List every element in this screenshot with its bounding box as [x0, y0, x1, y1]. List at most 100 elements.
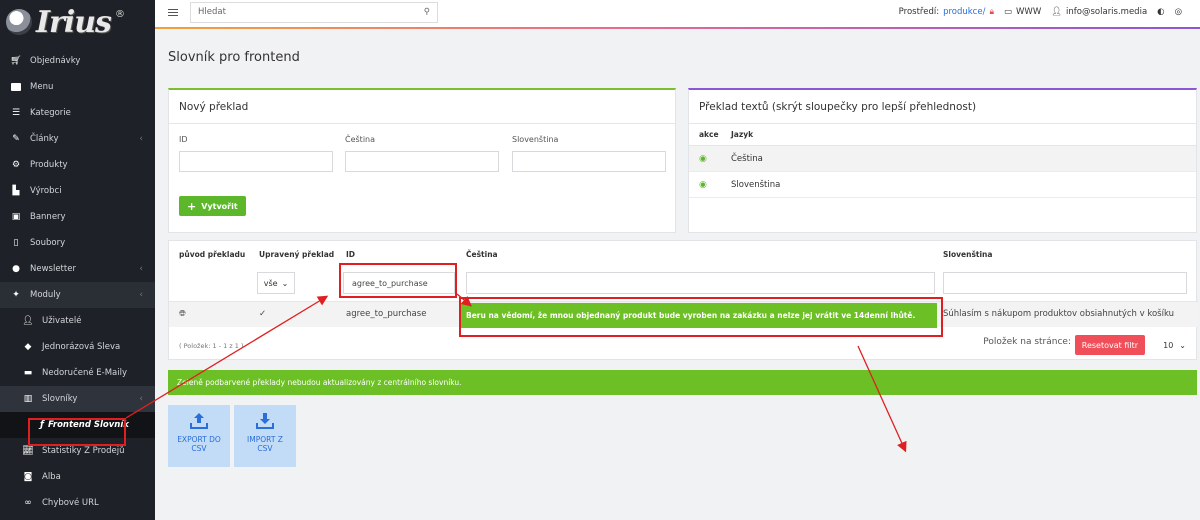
env-value: produkce/ — [943, 7, 986, 17]
eye-icon[interactable]: ◉ — [699, 180, 713, 190]
header-sk[interactable]: Slovenština — [943, 250, 992, 259]
upload-icon — [190, 413, 208, 429]
sidebar-item-label: Moduly — [30, 290, 61, 300]
environment-switch[interactable]: Prostředí: produkce/ 🔒︎ — [899, 7, 994, 17]
table-row[interactable]: 🌐︎ ✓ agree_to_purchase Beru na vědomí, ž… — [169, 301, 1198, 328]
export-csv-label: EXPORT DO CSV — [177, 435, 221, 453]
field-label-id: ID — [179, 135, 188, 144]
gear-icon: ⚙ — [11, 160, 21, 170]
sidebar-item-alba[interactable]: ◙ Alba — [0, 464, 155, 490]
sidebar-item-label: Chybové URL — [42, 498, 99, 508]
sidebar-item-vyrobci[interactable]: ▙ Výrobci — [0, 178, 155, 204]
row-sk-text[interactable]: Súhlasím s nákupom produktov obsiahnutýc… — [943, 309, 1174, 319]
sidebar-item-clanky[interactable]: ✎ Články ‹ — [0, 126, 155, 152]
sidebar-item-label: Objednávky — [30, 56, 81, 66]
flag-icon[interactable]: ◐ — [1157, 7, 1164, 17]
search-icon[interactable]: ⚲ — [424, 7, 430, 17]
sidebar-item-moduly[interactable]: ✦ Moduly ‹ — [0, 282, 155, 308]
language-name: Čeština — [731, 153, 763, 164]
top-bar: Hledat ⚲ Prostředí: produkce/ 🔒︎ ▭ WWW 👤… — [155, 0, 1200, 27]
header-origin[interactable]: původ překladu — [179, 250, 245, 259]
top-gradient-line — [155, 27, 1200, 29]
sidebar-item-chybove-url[interactable]: ∞ Chybové URL — [0, 490, 155, 516]
per-page-select[interactable]: 10 ⌄ — [1163, 335, 1186, 355]
sidebar-item-produkty[interactable]: ⚙ Produkty — [0, 152, 155, 178]
sk-filter-input[interactable] — [943, 272, 1187, 294]
truck-icon: ▬ — [23, 368, 33, 378]
row-cs-text[interactable]: Beru na vědomí, že mnou objednaný produk… — [460, 303, 937, 328]
sidebar-item-slovniky[interactable]: ▥ Slovníky ‹ — [0, 386, 155, 412]
export-csv-button[interactable]: EXPORT DO CSV — [168, 405, 230, 467]
sidebar-item-newsletter[interactable]: ● Newsletter ‹ — [0, 256, 155, 282]
reset-filter-button[interactable]: Resetovat filtr — [1074, 335, 1145, 355]
sidebar-item-frontend-slovnik[interactable]: ƒ Frontend Slovník — [0, 412, 155, 438]
eye-icon[interactable]: ◉ — [699, 154, 713, 164]
col-language: Jazyk — [731, 130, 754, 139]
tag-icon: ◆ — [24, 342, 32, 352]
settings-icon[interactable]: ◎ — [1175, 7, 1182, 17]
create-button[interactable]: + Vytvořit — [179, 196, 246, 216]
sidebar-item-label: Nedoručené E-Maily — [42, 368, 128, 378]
chevron-down-icon: ‹ — [139, 394, 143, 404]
sidebar-item-jednorazova-sleva[interactable]: ◆ Jednorázová Sleva — [0, 334, 155, 360]
globe-icon: 🌐︎ — [179, 309, 186, 319]
translations-table: původ překladu Upravený překlad ID Češti… — [168, 240, 1198, 360]
sk-field[interactable] — [512, 151, 666, 172]
pager-info: ( Položek: 1 - 1 z 1 ) — [179, 342, 244, 350]
folder-icon — [10, 82, 22, 92]
user-icon: 👤︎ — [22, 316, 34, 326]
sidebar-item-bannery[interactable]: ▣ Bannery — [0, 204, 155, 230]
chevron-down-icon: ⌄ — [281, 278, 289, 288]
language-panel: Překlad textů (skrýt sloupečky pro lepší… — [688, 88, 1197, 233]
sidebar-item-statistiky[interactable]: 📈︎ Statistiky Z Prodejů — [0, 438, 155, 464]
import-csv-button[interactable]: IMPORT Z CSV — [234, 405, 296, 467]
logo[interactable]: Irius ® — [0, 0, 155, 44]
header-id[interactable]: ID — [346, 250, 355, 259]
books-icon: ▥ — [23, 394, 33, 404]
sidebar-item-label: Články — [30, 134, 59, 144]
create-label: Vytvořit — [201, 201, 238, 211]
header-cs[interactable]: Čeština — [466, 250, 498, 259]
image-icon: ▣ — [11, 212, 21, 222]
new-translation-card: Nový překlad ID Čeština Slovenština + Vy… — [168, 88, 676, 233]
user-menu[interactable]: 👤︎ info@solaris.media — [1051, 7, 1147, 17]
search-input[interactable]: Hledat ⚲ — [190, 1, 438, 23]
sidebar-item-kategorie[interactable]: ☰ Kategorie — [0, 100, 155, 126]
id-field[interactable] — [179, 151, 333, 172]
edited-filter-select[interactable]: vše ⌄ — [257, 272, 295, 294]
pencil-icon: ✎ — [12, 134, 20, 144]
env-label: Prostředí: — [898, 7, 940, 17]
monitor-icon: ▭ — [1004, 7, 1013, 17]
language-name: Slovenština — [731, 179, 781, 190]
astronaut-logo-icon — [6, 9, 32, 35]
header-edited[interactable]: Upravený překlad — [259, 250, 334, 259]
sidebar-item-label: Menu — [30, 82, 54, 92]
cs-filter-input[interactable] — [466, 272, 935, 294]
lock-icon: 🔒︎ — [989, 7, 994, 17]
sidebar-item-uzivatele[interactable]: 👤︎ Uživatelé — [0, 308, 155, 334]
plus-icon: + — [187, 199, 197, 213]
field-label-cs: Čeština — [345, 135, 376, 144]
download-icon — [256, 413, 274, 429]
sidebar-item-label: Frontend Slovník — [48, 420, 129, 430]
sidebar-item-label: Alba — [42, 472, 61, 482]
chart-icon: 📈︎ — [22, 446, 34, 456]
sidebar-item-soubory[interactable]: ▯ Soubory — [0, 230, 155, 256]
circle-icon: ● — [12, 264, 20, 274]
id-filter-input[interactable]: agree_to_purchase — [343, 272, 455, 294]
user-email: info@solaris.media — [1066, 7, 1148, 17]
chevron-down-icon: ⌄ — [1179, 340, 1186, 350]
sidebar-item-label: Produkty — [30, 160, 68, 170]
cs-field[interactable] — [345, 151, 499, 172]
language-table-header: akce Jazyk — [689, 124, 1196, 146]
top-right-menu: Prostředí: produkce/ 🔒︎ ▭ WWW 👤︎ info@so… — [899, 7, 1200, 17]
sidebar-item-menu[interactable]: Menu — [0, 74, 155, 100]
id-filter-value: agree_to_purchase — [352, 278, 428, 288]
language-panel-title: Překlad textů (skrýt sloupečky pro lepší… — [689, 90, 1196, 124]
sidebar-item-objednavky[interactable]: 🛒︎ Objednávky — [0, 48, 155, 74]
hamburger-menu-icon[interactable] — [168, 8, 178, 16]
sidebar-item-nedorucene-emaily[interactable]: ▬ Nedoručené E-Maily — [0, 360, 155, 386]
www-link[interactable]: ▭ WWW — [1004, 7, 1041, 17]
field-label-sk: Slovenština — [512, 135, 559, 144]
language-row: ◉ Slovenština — [689, 172, 1196, 198]
